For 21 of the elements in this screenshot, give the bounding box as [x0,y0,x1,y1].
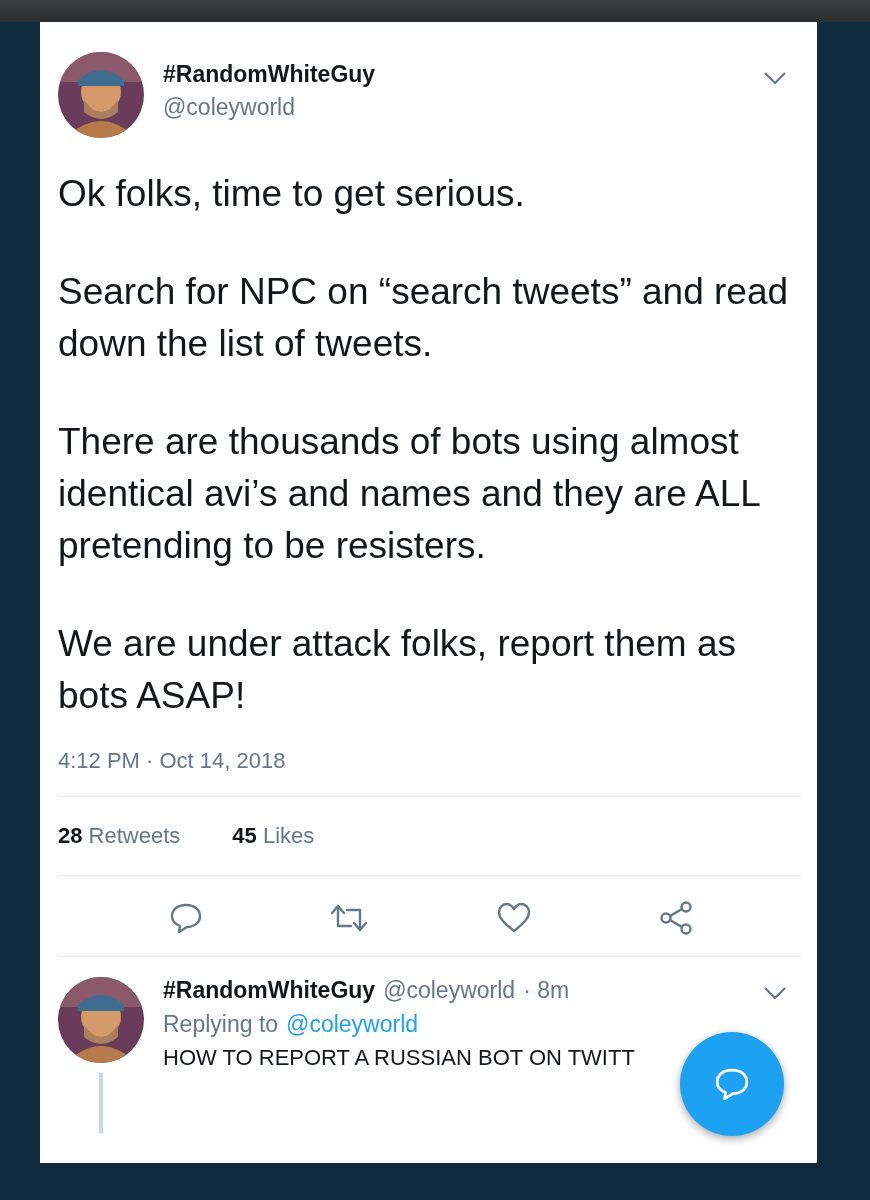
compose-button[interactable] [680,1032,784,1136]
display-name: #RandomWhiteGuy [163,977,376,1004]
tweet-paragraph: We are under attack folks, report them as bots ASAP! [58,622,737,718]
replying-label: Replying to [163,1011,279,1038]
display-name: #RandomWhiteGuy [163,61,376,88]
reply-icon[interactable] [169,901,204,935]
chevron-down-icon[interactable] [764,72,786,85]
reply-text: HOW TO REPORT A RUSSIAN BOT ON TWITT [163,1045,636,1071]
chevron-down-icon[interactable] [764,987,786,1000]
tweet-paragraph: Ok folks, time to get serious. [58,172,526,216]
tweet-paragraph: Search for NPC on “search tweets” and read down the list of tweets. [58,270,790,366]
timestamp: 4:12 PM · Oct 14, 2018 [57,747,287,775]
reply-icon [714,1066,750,1102]
user-handle: @coleyworld [383,977,516,1004]
user-handle: @coleyworld [163,94,295,121]
share-icon[interactable] [657,900,694,936]
stat-count[interactable]: 45 Likes [232,823,315,849]
timestamp: · 8m [523,977,570,1004]
stat-count[interactable]: 28 Retweets [58,823,181,849]
heart-icon[interactable] [495,901,532,935]
tweet-paragraph: There are thousands of bots using almost identical avi’s and names and they are ALL pretending to be resisters. [58,420,761,568]
